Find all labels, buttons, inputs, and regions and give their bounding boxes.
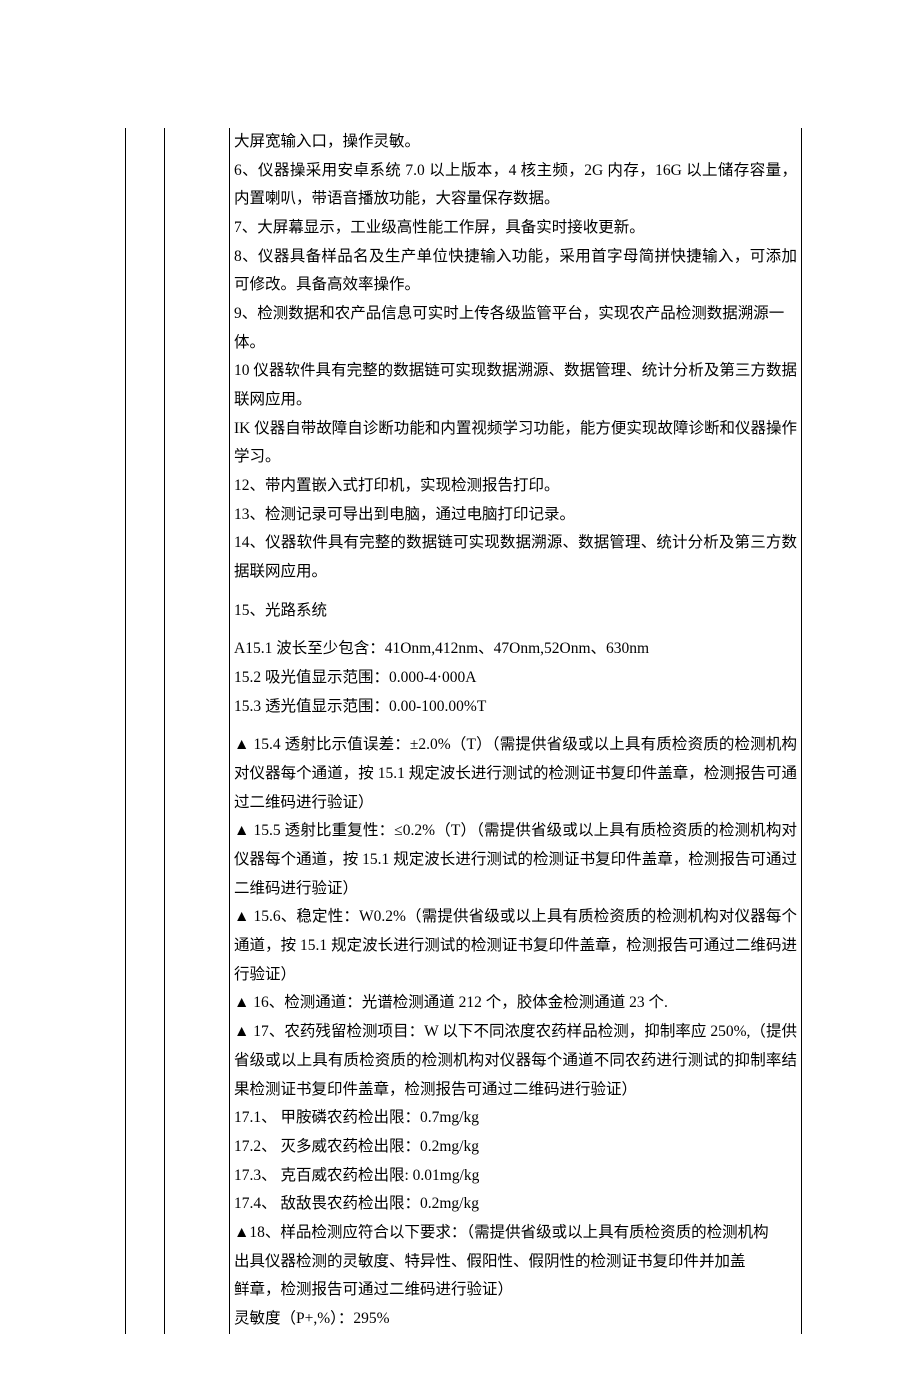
spec-line: 14、仪器软件具有完整的数据链可实现数据溯源、数据管理、统计分析及第三方数据联网… (234, 529, 797, 586)
spec-line: ▲ 15.4 透射比示值误差：±2.0%（T）（需提供省级或以上具有质检资质的检… (234, 731, 797, 817)
spec-line: IK 仪器自带故障自诊断功能和内置视频学习功能，能方便实现故障诊断和仪器操作学习… (234, 415, 797, 472)
spec-line: ▲ 15.5 透射比重复性：≤0.2%（T）（需提供省级或以上具有质检资质的检测… (234, 817, 797, 903)
spec-line: 17.4、 敌敌畏农药检出限：0.2mg/kg (234, 1190, 797, 1219)
spec-line: 出具仪器检测的灵敏度、特异性、假阳性、假阴性的检测证书复印件并加盖 (234, 1248, 797, 1277)
table-col-3: 大屏宽输入口，操作灵敏。6、仪器操采用安卓系统 7.0 以上版本，4 核主频，2… (230, 128, 802, 1334)
spec-line: 大屏宽输入口，操作灵敏。 (234, 128, 797, 157)
spec-line: 15、光路系统 (234, 597, 797, 626)
spec-line: 13、检测记录可导出到电脑，通过电脑打印记录。 (234, 501, 797, 530)
spec-line: ▲ 16、检测通道：光谱检测通道 212 个，胶体金检测通道 23 个. (234, 989, 797, 1018)
spec-line: ▲18、样品检测应符合以下要求：（需提供省级或以上具有质检资质的检测机构 (234, 1219, 797, 1248)
table-col-2 (165, 128, 230, 1334)
spec-line: A15.1 波长至少包含：41Onm,412nm、47Onm,52Onm、630… (234, 635, 797, 664)
spec-line: 6、仪器操采用安卓系统 7.0 以上版本，4 核主频，2G 内存，16G 以上储… (234, 157, 797, 214)
spec-line: 灵敏度（P+,%）：295% (234, 1305, 797, 1334)
spec-line: 15.2 吸光值显示范围：0.000-4·000A (234, 664, 797, 693)
spec-line: 7、大屏幕显示，工业级高性能工作屏，具备实时接收更新。 (234, 214, 797, 243)
spec-line: 15.3 透光值显示范围：0.00-100.00%T (234, 693, 797, 722)
spec-line: ▲ 17、农药残留检测项目：W 以下不同浓度农药样品检测，抑制率应 250%,（… (234, 1018, 797, 1104)
spec-line: 12、带内置嵌入式打印机，实现检测报告打印。 (234, 472, 797, 501)
spec-line: 17.3、 克百威农药检出限: 0.01mg/kg (234, 1162, 797, 1191)
table-col-1 (126, 128, 165, 1334)
spec-table: 大屏宽输入口，操作灵敏。6、仪器操采用安卓系统 7.0 以上版本，4 核主频，2… (125, 128, 802, 1334)
spec-line: 10 仪器软件具有完整的数据链可实现数据溯源、数据管理、统计分析及第三方数据联网… (234, 357, 797, 414)
spec-line: 17.2、 灭多威农药检出限：0.2mg/kg (234, 1133, 797, 1162)
document-page: 大屏宽输入口，操作灵敏。6、仪器操采用安卓系统 7.0 以上版本，4 核主频，2… (0, 0, 920, 1394)
spec-line: 17.1、 甲胺磷农药检出限：0.7mg/kg (234, 1104, 797, 1133)
spec-line: 9、检测数据和农产品信息可实时上传各级监管平台，实现农产品检测数据溯源一 (234, 300, 797, 329)
spec-line: 体。 (234, 329, 797, 358)
spec-line: 8、仪器具备样品名及生产单位快捷输入功能，采用首字母简拼快捷输入，可添加可修改。… (234, 243, 797, 300)
spec-line: ▲ 15.6、稳定性：W0.2%（需提供省级或以上具有质检资质的检测机构对仪器每… (234, 903, 797, 989)
